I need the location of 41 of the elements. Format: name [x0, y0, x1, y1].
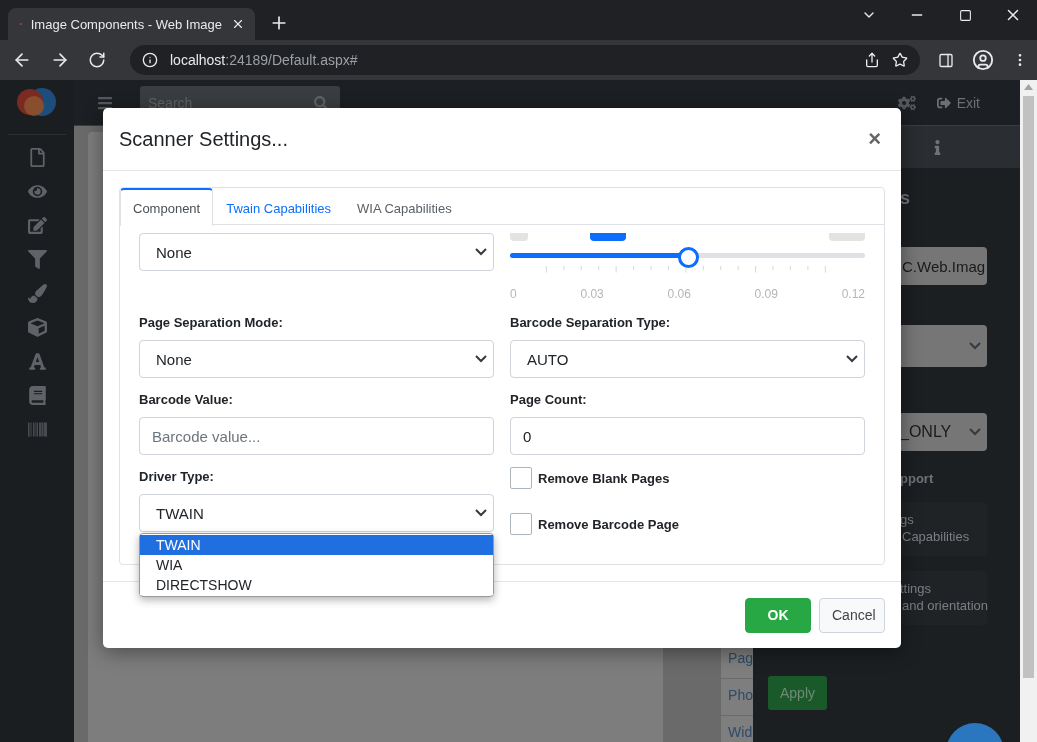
browser-tab[interactable]: Image Components - Web Image: [8, 8, 255, 40]
select-field[interactable]: None: [139, 233, 494, 271]
card-text: and orientation: [902, 598, 987, 613]
tick-label: 0.12: [841, 287, 865, 301]
dropdown-option[interactable]: WIA: [140, 555, 493, 575]
field-label: Barcode Separation Type:: [510, 314, 672, 332]
tick-label: 0: [510, 287, 517, 301]
select-field[interactable]: TWAIN: [139, 494, 494, 532]
tick-label: 0.03: [580, 287, 604, 301]
input-field[interactable]: Barcode value...: [139, 417, 494, 455]
dialog-title: Scanner Settings...: [119, 127, 288, 151]
text-field[interactable]: C.Web.Imag: [900, 247, 987, 285]
dropdown-option[interactable]: TWAIN: [140, 535, 493, 555]
close-button[interactable]: ×: [864, 126, 885, 152]
card-text: Capabilities: [902, 529, 971, 544]
ok-button[interactable]: OK: [745, 597, 811, 633]
select-field[interactable]: None: [139, 340, 494, 378]
tick-label: 0.06: [667, 287, 691, 301]
card-text: ttings: [900, 581, 933, 596]
tab-title: Image Components - Web Image: [30, 16, 222, 32]
card-text: gs: [900, 512, 915, 527]
tab[interactable]: Twain Capabilities: [213, 188, 344, 226]
input-field[interactable]: 0: [510, 417, 865, 455]
select-field[interactable]: _ONLY: [900, 413, 987, 451]
section-title: pport: [900, 471, 935, 486]
field-label: Page Separation Mode:: [139, 314, 284, 332]
field-label: Barcode Value:: [139, 391, 234, 409]
exit-link[interactable]: Exit: [936, 94, 980, 111]
cancel-button[interactable]: Cancel: [819, 597, 885, 633]
panel-heading: s: [900, 188, 911, 209]
select-field[interactable]: AUTO: [510, 340, 865, 378]
checkbox-label: Remove Barcode Page: [538, 516, 679, 532]
dropdown-option[interactable]: DIRECTSHOW: [140, 575, 493, 595]
checkbox-label: Remove Blank Pages: [538, 470, 670, 486]
url-text: localhost:24189/Default.aspx#: [170, 52, 359, 68]
address-bar[interactable]: localhost:24189/Default.aspx#: [130, 45, 920, 75]
tab[interactable]: Component: [120, 188, 214, 226]
field-label: Driver Type:: [139, 468, 215, 486]
tick-label: 0.09: [754, 287, 778, 301]
tab[interactable]: WIA Capabilities: [344, 188, 465, 226]
field-label: Page Count:: [510, 391, 588, 409]
